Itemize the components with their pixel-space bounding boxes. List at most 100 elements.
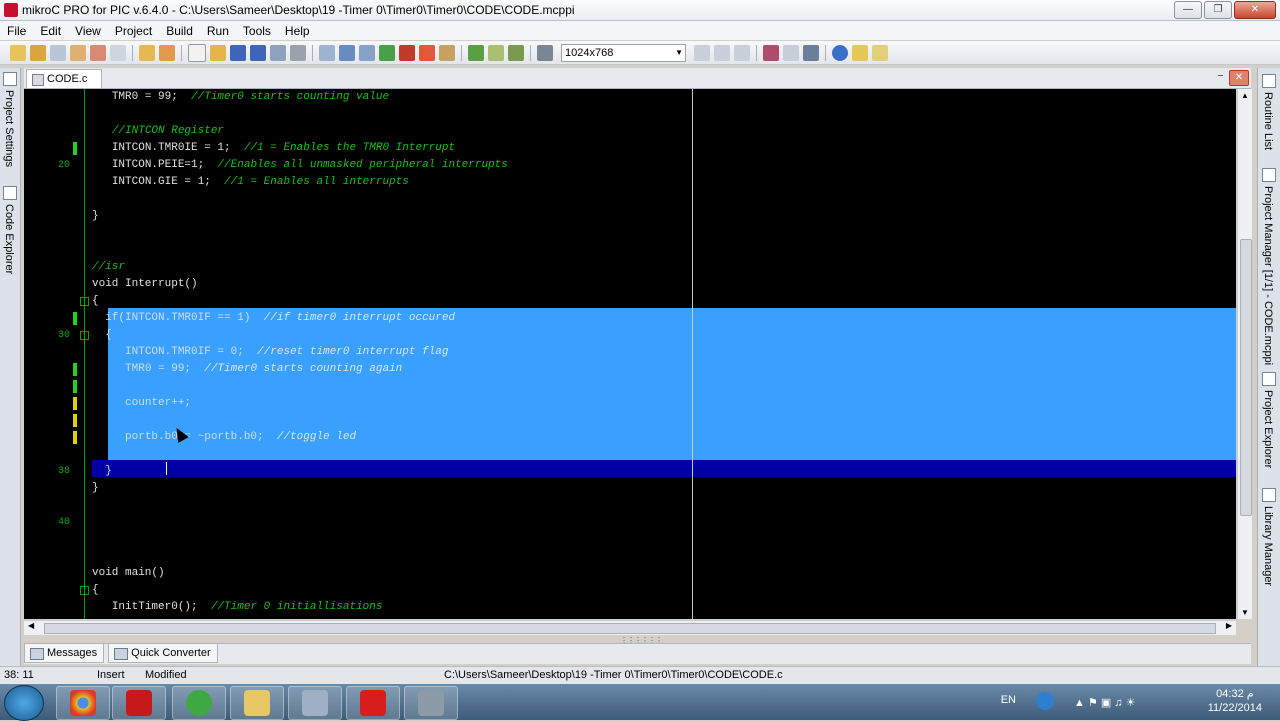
code-editor[interactable]: TMR0 = 99; //Timer0 starts counting valu… xyxy=(24,89,1236,619)
code-content: { xyxy=(92,293,99,310)
comment-icon[interactable] xyxy=(319,44,335,61)
tab-quick-converter[interactable]: Quick Converter xyxy=(108,644,218,663)
save-icon[interactable] xyxy=(230,44,246,61)
bottom-tabs: Messages Quick Converter xyxy=(24,643,1251,664)
resolution-select[interactable]: 1024x768 ▼ xyxy=(561,43,686,62)
clock[interactable]: 04:32 م 11/22/2014 xyxy=(1208,687,1262,715)
search-icon xyxy=(1262,372,1276,386)
save-project-icon[interactable] xyxy=(50,44,66,61)
add-file-icon[interactable] xyxy=(139,44,155,61)
code-line: } xyxy=(24,480,1236,497)
tab-library-manager[interactable]: Library Manager xyxy=(1262,506,1274,586)
horizontal-scrollbar[interactable]: ◀ ▶ xyxy=(24,620,1236,635)
browser-app[interactable] xyxy=(172,686,226,720)
code-line: INTCON.TMR0IF = 0; //reset timer0 interr… xyxy=(24,344,1236,361)
tab-code-c[interactable]: CODE.c xyxy=(26,69,103,88)
build-all-icon[interactable] xyxy=(488,44,504,61)
info-icon[interactable] xyxy=(1036,692,1054,710)
code-line: portb.b0 = ~portb.b0; //toggle led xyxy=(24,429,1236,446)
close-button[interactable]: ✕ xyxy=(1234,1,1276,19)
code-line: //INTCON Register xyxy=(24,123,1236,140)
close-tab-button[interactable]: ✕ xyxy=(1229,70,1249,86)
pickit-app[interactable] xyxy=(404,686,458,720)
menu-tools[interactable]: Tools xyxy=(236,24,278,38)
chip-icon xyxy=(418,690,444,716)
menu-edit[interactable]: Edit xyxy=(33,24,68,38)
options-icon[interactable] xyxy=(537,44,553,61)
code-line xyxy=(24,378,1236,395)
explorer-app[interactable] xyxy=(230,686,284,720)
layout-save-icon[interactable] xyxy=(714,44,730,61)
menu-help[interactable]: Help xyxy=(278,24,317,38)
horizontal-scroll-thumb[interactable] xyxy=(44,623,1216,634)
project-edit-icon[interactable] xyxy=(70,44,86,61)
library-icon xyxy=(1262,488,1276,502)
seven-segment-icon[interactable] xyxy=(783,44,799,61)
help-icon[interactable] xyxy=(832,44,848,61)
layout-delete-icon[interactable] xyxy=(734,44,750,61)
goto-line-icon[interactable] xyxy=(379,44,395,61)
menu-build[interactable]: Build xyxy=(159,24,200,38)
remove-file-icon[interactable] xyxy=(159,44,175,61)
ascii-chart-icon[interactable] xyxy=(763,44,779,61)
fold-toggle-icon[interactable]: - xyxy=(80,586,89,595)
menu-run[interactable]: Run xyxy=(200,24,236,38)
cut-icon[interactable] xyxy=(399,44,415,61)
font-icon[interactable] xyxy=(359,44,375,61)
tray-icons[interactable]: ▲ ⚑ ▣ ♫ ☀ xyxy=(1074,696,1184,709)
scroll-up-icon[interactable]: ▲ xyxy=(1241,91,1249,100)
scroll-right-icon[interactable]: ▶ xyxy=(1226,621,1232,630)
save-all-icon[interactable] xyxy=(250,44,266,61)
build-icon[interactable] xyxy=(468,44,484,61)
layout-icon[interactable] xyxy=(694,44,710,61)
mikroc-app[interactable] xyxy=(346,686,400,720)
tab-routine-list[interactable]: Routine List xyxy=(1262,92,1274,150)
line-number: 20 xyxy=(57,160,70,171)
key-icon[interactable] xyxy=(852,44,868,61)
code-line: 40 xyxy=(24,514,1236,531)
menu-project[interactable]: Project xyxy=(108,24,159,38)
tab-project-explorer[interactable]: Project Explorer xyxy=(1262,390,1274,468)
menu-file[interactable]: File xyxy=(0,24,33,38)
project-properties-icon[interactable] xyxy=(110,44,126,61)
new-file-icon[interactable] xyxy=(188,43,206,62)
open-project-icon[interactable] xyxy=(30,44,46,61)
explorer-icon xyxy=(3,186,17,200)
code-content: { xyxy=(92,582,99,599)
lcd-icon[interactable] xyxy=(803,44,819,61)
vertical-scrollbar[interactable]: ▲ ▼ xyxy=(1237,89,1252,619)
program-icon[interactable] xyxy=(508,44,524,61)
right-panel: Routine List Project Manager [1/1] - COD… xyxy=(1257,68,1280,668)
scroll-down-icon[interactable]: ▼ xyxy=(1241,608,1249,617)
acrobat-app[interactable] xyxy=(112,686,166,720)
tab-code-explorer[interactable]: Code Explorer xyxy=(3,204,15,274)
tab-messages[interactable]: Messages xyxy=(24,644,105,663)
fold-toggle-icon[interactable]: - xyxy=(80,331,89,340)
fold-toggle-icon[interactable]: - xyxy=(80,297,89,306)
uncomment-icon[interactable] xyxy=(339,44,355,61)
format-icon[interactable] xyxy=(439,44,455,61)
open-file-icon[interactable] xyxy=(210,44,226,61)
vertical-scroll-thumb[interactable] xyxy=(1240,239,1252,516)
tab-project-settings[interactable]: Project Settings xyxy=(3,90,15,167)
change-marker xyxy=(73,312,77,325)
chrome-app[interactable] xyxy=(56,686,110,720)
tab-project-manager[interactable]: Project Manager [1/1] - CODE.mcppi xyxy=(1262,186,1274,365)
language-indicator[interactable]: EN xyxy=(1001,694,1016,706)
pin-icon[interactable]: ⎯ xyxy=(1218,70,1223,81)
about-icon[interactable] xyxy=(872,44,888,61)
close-project-icon[interactable] xyxy=(90,44,106,61)
start-button[interactable] xyxy=(4,685,44,721)
save-as-icon[interactable] xyxy=(270,44,286,61)
tool-app[interactable] xyxy=(288,686,342,720)
scroll-left-icon[interactable]: ◀ xyxy=(28,621,34,630)
arrow-icon[interactable] xyxy=(419,44,435,61)
print-icon[interactable] xyxy=(290,44,306,61)
maximize-button[interactable]: ❐ xyxy=(1204,1,1232,19)
menu-view[interactable]: View xyxy=(68,24,108,38)
minimize-button[interactable]: — xyxy=(1174,1,1202,19)
new-project-icon[interactable] xyxy=(10,44,26,61)
